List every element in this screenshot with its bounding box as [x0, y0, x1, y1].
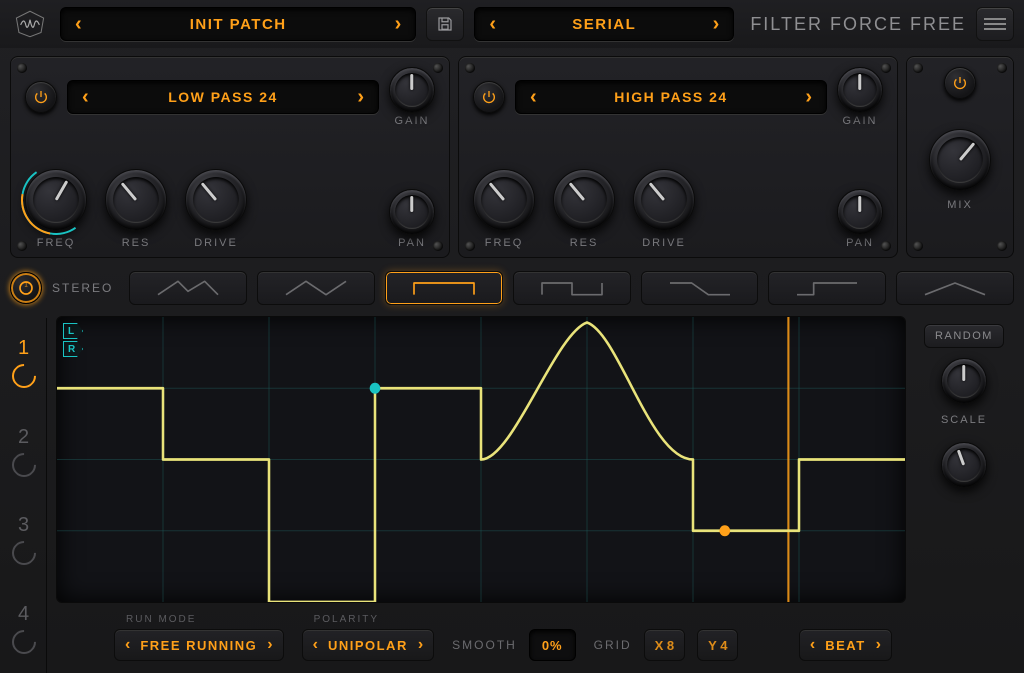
patch-selector[interactable]: ‹ INIT PATCH › [60, 7, 416, 41]
filter1-res-label: RES [122, 237, 151, 249]
filter1-pan-label: PAN [398, 237, 426, 249]
lfo-slot-4[interactable]: 4 [1, 584, 47, 673]
routing-value: SERIAL [572, 16, 636, 33]
routing-prev-icon[interactable]: ‹ [483, 13, 502, 36]
patch-next-icon[interactable]: › [389, 13, 408, 36]
polarity-header: POLARITY [302, 614, 435, 625]
power-icon [952, 75, 968, 91]
rate-prev-icon[interactable]: ‹ [810, 636, 815, 654]
run-mode-selector[interactable]: ‹ FREE RUNNING › [114, 629, 284, 661]
scale-label: SCALE [941, 414, 987, 426]
filter1-res-knob[interactable] [105, 169, 167, 231]
random-label: RANDOM [935, 330, 993, 342]
power-icon [481, 89, 497, 105]
routing-next-icon[interactable]: › [707, 13, 726, 36]
svg-text:1: 1 [24, 283, 28, 289]
shape-tab-3[interactable] [385, 271, 503, 305]
polarity-prev-icon[interactable]: ‹ [313, 636, 318, 654]
filter2-freq-label: FREQ [485, 237, 524, 249]
filter1-power-button[interactable] [25, 81, 57, 113]
smooth-value-box[interactable]: 0% [529, 629, 576, 661]
product-title: FILTER FORCE FREE [744, 14, 966, 35]
filter2-power-button[interactable] [473, 81, 505, 113]
run-mode-value: FREE RUNNING [140, 638, 257, 653]
filter2-res-knob[interactable] [553, 169, 615, 231]
polarity-value: UNIPOLAR [328, 638, 408, 653]
routing-selector[interactable]: ‹ SERIAL › [474, 7, 734, 41]
filter2-gain-knob[interactable] [837, 67, 883, 113]
filter1-type-value: LOW PASS 24 [168, 89, 278, 105]
random-button[interactable]: RANDOM [924, 324, 1004, 348]
filter1-freq-knob[interactable] [25, 169, 87, 231]
shape-tab-6[interactable] [768, 271, 886, 305]
rate-next-icon[interactable]: › [876, 636, 881, 654]
filter1-panel: ‹ LOW PASS 24 › GAIN FREQ [10, 56, 450, 258]
filter2-drive-label: DRIVE [642, 237, 686, 249]
filter2-freq-knob[interactable] [473, 169, 535, 231]
lfo-slot-3[interactable]: 3 [1, 496, 47, 585]
lfo-slot-1[interactable]: 1 [1, 318, 47, 407]
filter1-type-next-icon[interactable]: › [351, 86, 370, 109]
run-mode-next-icon[interactable]: › [267, 636, 272, 654]
lfo-slot-column: 1 2 3 4 [0, 316, 48, 673]
grid-x-value: X 8 [655, 638, 675, 653]
filter2-pan-label: PAN [846, 237, 874, 249]
lfo-side-column: RANDOM SCALE [914, 316, 1014, 673]
menu-button[interactable] [976, 7, 1014, 41]
stereo-icon: 1 [17, 279, 35, 297]
rate-selector[interactable]: ‹ BEAT › [799, 629, 892, 661]
filter1-drive-label: DRIVE [194, 237, 238, 249]
filter1-pan-knob[interactable] [389, 189, 435, 235]
patch-name: INIT PATCH [190, 16, 287, 33]
filter2-type-next-icon[interactable]: › [799, 86, 818, 109]
mix-knob[interactable] [929, 129, 991, 191]
patch-prev-icon[interactable]: ‹ [69, 13, 88, 36]
shape-tab-1[interactable] [129, 271, 247, 305]
stereo-label: STEREO [52, 281, 119, 295]
shape-tab-4[interactable] [513, 271, 631, 305]
output-panel: MIX [906, 56, 1014, 258]
side-knob-2[interactable] [941, 442, 987, 488]
lfo-editor[interactable]: L R [56, 316, 906, 603]
grid-x-button[interactable]: X 8 [644, 629, 686, 661]
filter2-res-label: RES [570, 237, 599, 249]
filter2-type-selector[interactable]: ‹ HIGH PASS 24 › [515, 80, 827, 114]
polarity-selector[interactable]: ‹ UNIPOLAR › [302, 629, 435, 661]
filter2-gain-label: GAIN [843, 115, 878, 127]
menu-icon [984, 15, 1006, 33]
shape-tab-5[interactable] [641, 271, 759, 305]
power-icon [33, 89, 49, 105]
filter2-type-prev-icon[interactable]: ‹ [524, 86, 543, 109]
grid-y-value: Y 4 [708, 638, 727, 653]
shape-tab-7[interactable] [896, 271, 1014, 305]
polarity-next-icon[interactable]: › [418, 636, 423, 654]
filter2-panel: ‹ HIGH PASS 24 › GAIN FREQ [458, 56, 898, 258]
filter1-freq-label: FREQ [37, 237, 76, 249]
save-button[interactable] [426, 7, 464, 41]
filter2-type-value: HIGH PASS 24 [614, 89, 727, 105]
filter2-drive-knob[interactable] [633, 169, 695, 231]
output-power-button[interactable] [944, 67, 976, 99]
run-mode-prev-icon[interactable]: ‹ [125, 636, 130, 654]
app-logo [10, 7, 50, 41]
filter1-type-selector[interactable]: ‹ LOW PASS 24 › [67, 80, 379, 114]
scale-knob[interactable] [941, 358, 987, 404]
filter1-drive-knob[interactable] [185, 169, 247, 231]
filter1-gain-knob[interactable] [389, 67, 435, 113]
stereo-toggle[interactable]: 1 [10, 272, 42, 304]
save-icon [436, 15, 454, 33]
run-mode-header: RUN MODE [114, 614, 284, 625]
grid-y-button[interactable]: Y 4 [697, 629, 738, 661]
grid-label: GRID [594, 638, 632, 652]
smooth-value: 0% [542, 638, 563, 653]
filter2-pan-knob[interactable] [837, 189, 883, 235]
filter1-gain-label: GAIN [395, 115, 430, 127]
rate-value: BEAT [825, 638, 865, 653]
lfo-slot-2[interactable]: 2 [1, 407, 47, 496]
filter1-type-prev-icon[interactable]: ‹ [76, 86, 95, 109]
smooth-label: SMOOTH [452, 638, 517, 652]
mix-label: MIX [947, 199, 973, 211]
shape-tab-2[interactable] [257, 271, 375, 305]
